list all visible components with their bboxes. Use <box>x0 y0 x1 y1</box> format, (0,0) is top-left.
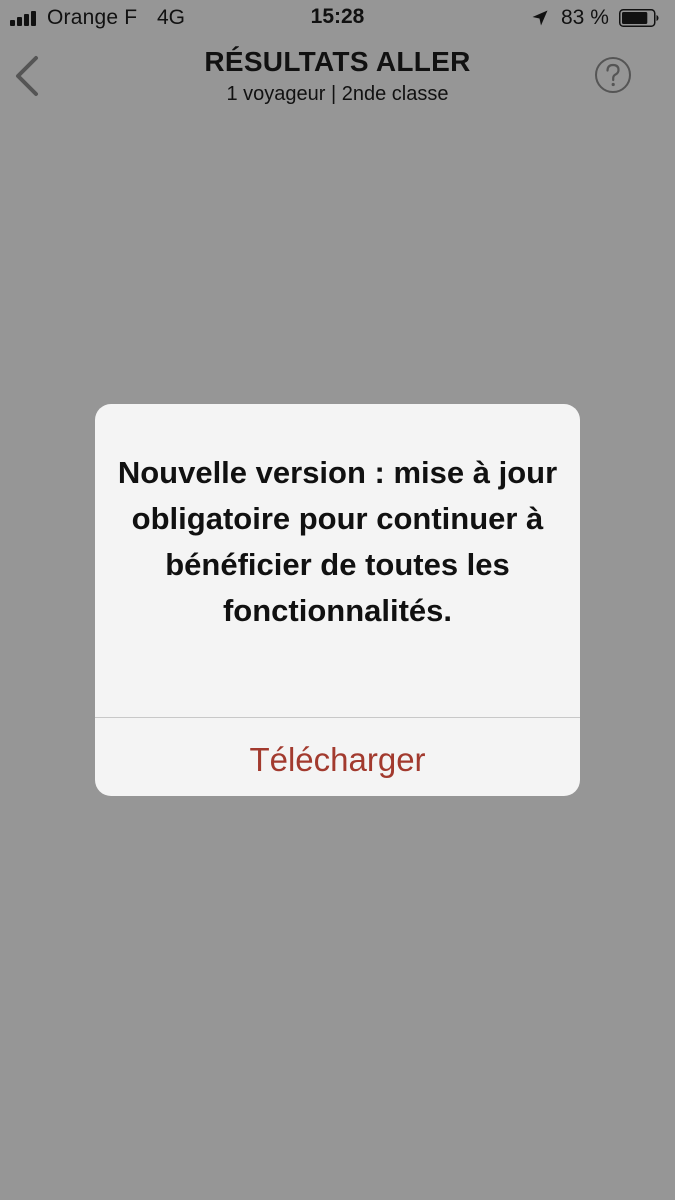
alert-message: Nouvelle version : mise à jour obligatoi… <box>117 455 558 628</box>
battery-percent: 83 % <box>561 6 609 29</box>
location-arrow-icon <box>532 10 548 26</box>
download-button[interactable]: Télécharger <box>95 718 580 796</box>
battery-icon <box>619 9 659 27</box>
status-bar: Orange F 4G 15:28 83 % <box>0 0 675 40</box>
question-circle-icon[interactable] <box>594 56 632 94</box>
update-alert-dialog: Nouvelle version : mise à jour obligatoi… <box>95 404 580 796</box>
page-title: RÉSULTATS ALLER <box>204 46 471 77</box>
page-subtitle: 1 voyageur | 2nde classe <box>226 83 449 105</box>
